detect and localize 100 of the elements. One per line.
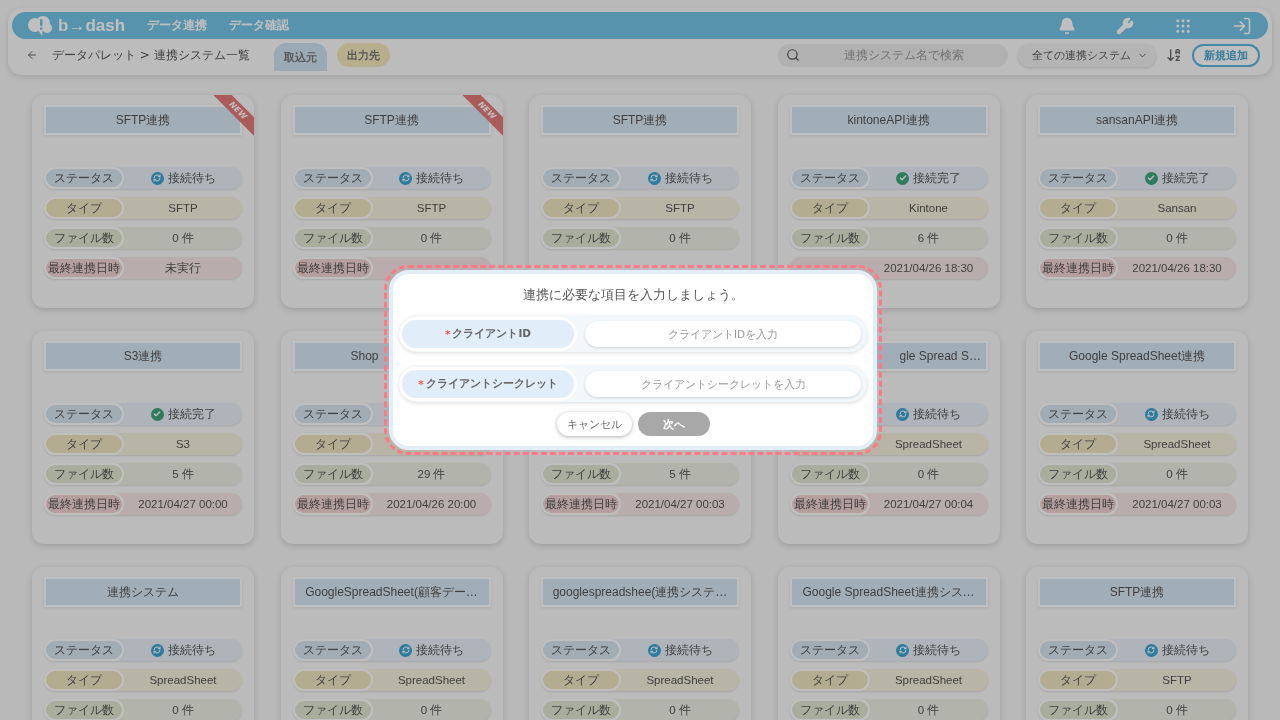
field-label: ファイル数 [541, 463, 621, 485]
field-value: 0 件 [669, 230, 691, 246]
field-label: ステータス [541, 639, 621, 661]
field-value: SpreadSheet [894, 438, 963, 450]
field-label: 最終連携日時 [292, 493, 373, 515]
field-label: ステータス [1038, 639, 1118, 661]
field-label: タイプ [1038, 433, 1118, 455]
field-label: 最終連携日時 [292, 257, 373, 279]
card-title: kintoneAPI連携 [789, 105, 988, 135]
field-label: タイプ [541, 669, 621, 691]
field-value: SpreadSheet [1143, 438, 1211, 450]
field-value: 2021/04/27 00:03 [635, 498, 725, 510]
field-value: 2021/04/27 00:04 [883, 498, 974, 510]
field-label: タイプ [292, 197, 373, 219]
field-label: * クライアントシークレット [399, 367, 577, 401]
field-value: 0 件 [1166, 466, 1188, 482]
field-value: SpreadSheet [894, 674, 963, 686]
field-label: ファイル数 [1038, 227, 1118, 249]
field-value: SFTP [416, 202, 447, 214]
field-label: ファイル数 [292, 699, 373, 720]
field-value: 未実行 [165, 260, 201, 276]
field-label: タイプ [789, 669, 870, 691]
field-label: ファイル数 [789, 463, 870, 485]
field-label: ファイル数 [789, 699, 870, 720]
logo-text: b→dash [58, 15, 126, 36]
field-value: 0 件 [172, 702, 194, 718]
field-value: 接続完了 [913, 170, 961, 186]
field-label: タイプ [292, 669, 373, 691]
field-label: ステータス [1038, 403, 1118, 425]
field-value: 接続待ち [416, 642, 464, 658]
field-label: ファイル数 [789, 227, 870, 249]
card-title: Google SpreadSheet連携シス… [789, 577, 988, 607]
field-value: SpreadSheet [149, 674, 217, 686]
field-label: ステータス [292, 167, 373, 189]
field-value: 接続待ち [913, 406, 961, 422]
field-label: タイプ [541, 197, 621, 219]
field-label: タイプ [292, 433, 373, 455]
field-label: タイプ [44, 197, 124, 219]
field-value: 接続待ち [1161, 406, 1210, 422]
field-label: タイプ [789, 197, 870, 219]
field-value: SFTP [1162, 674, 1192, 686]
field-value: 0 件 [420, 702, 443, 718]
field-label: ステータス [789, 167, 870, 189]
field-value: 0 件 [917, 466, 940, 482]
field-label: 最終連携日時 [1038, 493, 1118, 515]
field-label: 最終連携日時 [44, 257, 124, 279]
field-label: ステータス [292, 639, 373, 661]
field-value: 29 件 [417, 466, 446, 482]
field-label: ステータス [44, 403, 124, 425]
field-label: ステータス [44, 639, 124, 661]
field-label: ステータス [541, 167, 621, 189]
breadcrumb: データパレット > 連携システム一覧 [52, 46, 250, 64]
card-title: GoogleSpreadSheet(顧客デー… [292, 577, 491, 607]
field-value: Sansan [1157, 202, 1197, 214]
field-value: 接続待ち [664, 642, 713, 658]
field-value: 2021/04/27 00:00 [138, 498, 228, 510]
field-label: ステータス [789, 639, 870, 661]
field-value: 接続完了 [1161, 170, 1210, 186]
field-value: 2021/04/26 18:30 [1132, 262, 1222, 274]
field-label: ファイル数 [541, 699, 621, 720]
field-value: 0 件 [172, 230, 194, 246]
field-value: S3 [175, 438, 191, 450]
field-label: ファイル数 [1038, 699, 1118, 720]
card-title: Google SpreadSheet連携 [1038, 341, 1236, 371]
field-value: SpreadSheet [397, 674, 466, 686]
field-value: 接続待ち [913, 642, 961, 658]
field-label: ファイル数 [44, 227, 124, 249]
field-value: Kintone [909, 202, 948, 214]
field-value: 0 件 [917, 702, 940, 718]
field-label: ステータス [292, 403, 373, 425]
field-label: ステータス [1038, 167, 1118, 189]
field-value: 0 件 [1166, 702, 1188, 718]
field-value: SFTP [665, 202, 695, 214]
field-label: タイプ [1038, 197, 1118, 219]
field-value: 接続待ち [1161, 642, 1210, 658]
card-title: sansanAPI連携 [1038, 105, 1236, 135]
field-value: 接続完了 [167, 406, 216, 422]
field-value: 5 件 [669, 466, 691, 482]
field-label: ファイル数 [44, 699, 124, 720]
field-value: SpreadSheet [646, 674, 714, 686]
field-label: ファイル数 [44, 463, 124, 485]
field-value: SFTP [168, 202, 198, 214]
field-label: ファイル数 [292, 227, 373, 249]
card-title: SFTP連携 [541, 105, 739, 135]
field-value: 0 件 [669, 702, 691, 718]
field-value: 5 件 [172, 466, 194, 482]
field-label: タイプ [1038, 669, 1118, 691]
card-title: googlespreadshee(連携システ… [541, 577, 739, 607]
field-value: 6 件 [917, 230, 940, 246]
field-label: ステータス [44, 167, 124, 189]
field-value: 2021/04/26 18:30 [883, 262, 974, 274]
field-label: タイプ [44, 669, 124, 691]
field-value: 0 件 [420, 230, 443, 246]
field-label: 最終連携日時 [789, 493, 870, 515]
field-label: 最終連携日時 [1038, 257, 1118, 279]
field-label: 最終連携日時 [541, 493, 621, 515]
card-title: 連携システム [44, 577, 242, 607]
card-title: SFTP連携 [1038, 577, 1236, 607]
field-value: 2021/04/26 20:00 [386, 498, 477, 510]
field-value: 0 件 [1166, 230, 1188, 246]
